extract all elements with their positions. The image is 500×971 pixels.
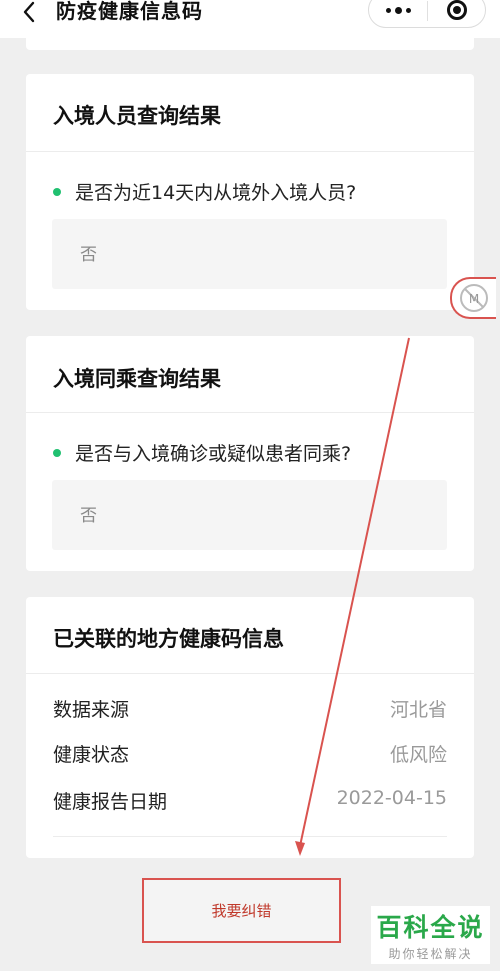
- entry-card-title: 入境人员查询结果: [53, 104, 221, 128]
- entry-question-text: 是否为近14天内从境外入境人员?: [75, 182, 357, 204]
- info-value: 2022-04-15: [336, 787, 447, 809]
- more-dots-icon-center: [394, 6, 402, 14]
- cotravel-card-title: 入境同乘查询结果: [53, 367, 221, 391]
- more-button[interactable]: [369, 0, 427, 27]
- cotravel-answer: 否: [80, 506, 97, 526]
- bullet-dot-icon: [53, 448, 61, 457]
- floating-side-button[interactable]: M: [450, 277, 496, 319]
- no-disturb-icon: M: [460, 284, 488, 312]
- info-value: 河北省: [389, 699, 447, 721]
- previous-card-bottom: [26, 38, 474, 50]
- watermark-main: 百科全说: [376, 913, 485, 942]
- card-divider: [26, 673, 474, 674]
- info-label: 健康报告日期: [53, 791, 168, 813]
- page-title: 防疫健康信息码: [56, 0, 203, 23]
- watermark-logo: 百科全说 助你轻松解决: [371, 906, 490, 964]
- more-dots-icon-right: [405, 7, 411, 13]
- card-divider: [26, 412, 474, 413]
- info-value: 低风险: [389, 744, 447, 766]
- cotravel-question: 是否与入境确诊或疑似患者同乘?: [53, 439, 351, 466]
- chevron-left-icon: [23, 1, 35, 23]
- bullet-dot-icon: [53, 187, 61, 196]
- card-divider: [53, 836, 447, 837]
- local-card-title: 已关联的地方健康码信息: [53, 627, 284, 651]
- entry-answer-box: 否: [52, 219, 447, 289]
- cotravel-result-card: 入境同乘查询结果 是否与入境确诊或疑似患者同乘? 否: [26, 336, 474, 571]
- close-button[interactable]: [428, 0, 486, 27]
- watermark-sub: 助你轻松解决: [388, 947, 473, 961]
- info-label: 数据来源: [53, 699, 130, 721]
- correct-error-button[interactable]: 我要纠错: [142, 878, 341, 943]
- entry-question: 是否为近14天内从境外入境人员?: [53, 178, 356, 205]
- more-dots-icon: [385, 7, 391, 13]
- info-row-report-date: 健康报告日期 2022-04-15: [53, 787, 447, 817]
- target-close-icon-dot: [453, 6, 461, 14]
- target-close-icon: [447, 0, 467, 20]
- cotravel-question-text: 是否与入境确诊或疑似患者同乘?: [75, 443, 352, 465]
- back-button[interactable]: [14, 0, 44, 24]
- nav-bar: 防疫健康信息码: [0, 0, 500, 38]
- mini-program-capsule: [368, 0, 486, 28]
- info-row-data-source: 数据来源 河北省: [53, 695, 447, 725]
- info-label: 健康状态: [53, 744, 130, 766]
- svg-text:M: M: [469, 292, 479, 306]
- cotravel-answer-box: 否: [52, 480, 447, 550]
- entry-result-card: 入境人员查询结果 是否为近14天内从境外入境人员? 否: [26, 74, 474, 310]
- entry-answer: 否: [80, 245, 97, 265]
- card-divider: [26, 151, 474, 152]
- local-health-code-card: 已关联的地方健康码信息 数据来源 河北省 健康状态 低风险 健康报告日期 202…: [26, 597, 474, 858]
- info-row-health-status: 健康状态 低风险: [53, 740, 447, 770]
